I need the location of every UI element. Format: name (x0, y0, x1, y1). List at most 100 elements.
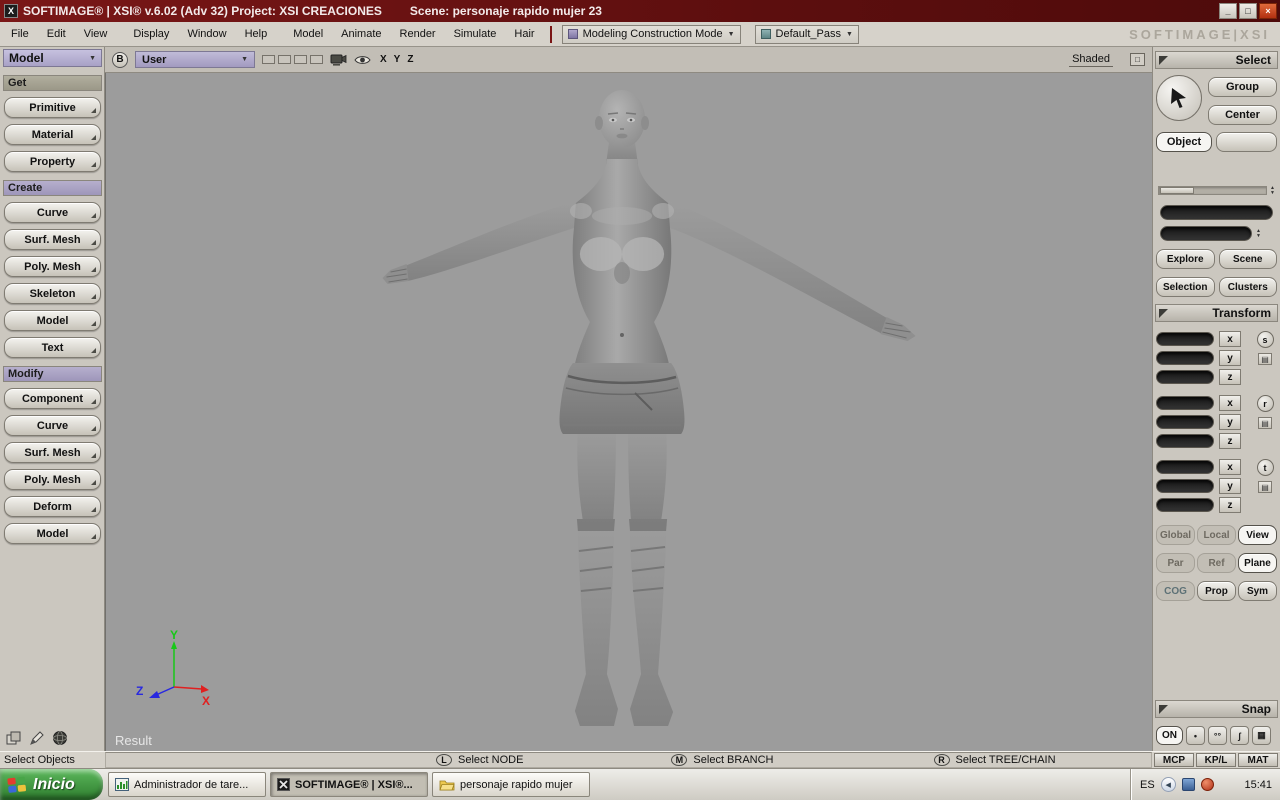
translate-y-field[interactable] (1156, 479, 1214, 493)
field-down-icon[interactable]: ▼ (1256, 233, 1261, 239)
axis-x-button[interactable]: X (380, 54, 387, 65)
translate-z-axis-button[interactable]: z (1219, 497, 1241, 513)
create-poly-mesh-button[interactable]: Poly. Mesh (4, 256, 101, 277)
create-surf-mesh-button[interactable]: Surf. Mesh (4, 229, 101, 250)
scale-x-axis-button[interactable]: x (1219, 331, 1241, 347)
axis-y-button[interactable]: Y (394, 54, 401, 65)
rotate-z-field[interactable] (1156, 434, 1214, 448)
viewport-resize-icon[interactable]: □ (1130, 53, 1145, 66)
modify-model-button[interactable]: Model (4, 523, 101, 544)
construction-mode-dropdown[interactable]: Modeling Construction Mode ▼ (561, 24, 741, 44)
scale-z-field[interactable] (1156, 370, 1214, 384)
texture-sphere-icon[interactable] (51, 730, 68, 746)
snap-grid-button[interactable]: ▦ (1252, 726, 1271, 745)
par-button[interactable]: Par (1156, 553, 1195, 573)
tab-kpl[interactable]: KP/L (1196, 753, 1236, 767)
rotate-z-axis-button[interactable]: z (1219, 433, 1241, 449)
global-space-button[interactable]: Global (1156, 525, 1195, 545)
camera-view-dropdown[interactable]: User ▼ (135, 51, 255, 68)
translate-options-icon[interactable]: ▤ (1258, 481, 1272, 493)
tab-mat[interactable]: MAT (1238, 753, 1278, 767)
snap-on-button[interactable]: ON (1156, 726, 1183, 745)
tab-mcp[interactable]: MCP (1154, 753, 1194, 767)
snap-point-button[interactable]: • (1186, 726, 1205, 745)
scale-y-axis-button[interactable]: y (1219, 350, 1241, 366)
menu-simulate[interactable]: Simulate (445, 22, 506, 46)
start-button[interactable]: Inicio (0, 769, 103, 800)
task-folder-personaje[interactable]: personaje rapido mujer (432, 772, 590, 797)
hide-icons-chevron-icon[interactable]: ◀ (1160, 777, 1176, 792)
explore-button[interactable]: Explore (1156, 249, 1215, 269)
menu-file[interactable]: File (2, 22, 38, 46)
minimize-button[interactable]: _ (1219, 3, 1237, 19)
prop-button[interactable]: Prop (1197, 581, 1236, 601)
object-filter-button[interactable]: Object (1156, 132, 1212, 152)
create-text-button[interactable]: Text (4, 337, 101, 358)
task-softimage-xsi[interactable]: SOFTIMAGE® | XSI®... (270, 772, 428, 797)
create-skeleton-button[interactable]: Skeleton (4, 283, 101, 304)
scale-tool-button[interactable]: s (1256, 331, 1274, 348)
selection-button[interactable]: Selection (1156, 277, 1215, 297)
axis-z-button[interactable]: Z (407, 54, 413, 65)
modify-component-button[interactable]: Component (4, 388, 101, 409)
clusters-button[interactable]: Clusters (1218, 277, 1277, 297)
selection-list-field[interactable] (1160, 226, 1252, 241)
menu-view[interactable]: View (75, 22, 117, 46)
viewport-b-button[interactable]: B (112, 51, 128, 68)
get-material-button[interactable]: Material (4, 124, 101, 145)
rotate-y-field[interactable] (1156, 415, 1214, 429)
get-property-button[interactable]: Property (4, 151, 101, 172)
menu-model[interactable]: Model (284, 22, 332, 46)
character-model[interactable] (106, 73, 1152, 751)
translate-x-axis-button[interactable]: x (1219, 459, 1241, 475)
create-model-button[interactable]: Model (4, 310, 101, 331)
sym-button[interactable]: Sym (1238, 581, 1277, 601)
task-task-manager[interactable]: Administrador de tare... (108, 772, 266, 797)
menu-display[interactable]: Display (124, 22, 178, 46)
select-tool-button[interactable] (1156, 75, 1202, 121)
rotate-x-field[interactable] (1156, 396, 1214, 410)
scale-options-icon[interactable]: ▤ (1258, 353, 1272, 365)
modify-curve-button[interactable]: Curve (4, 415, 101, 436)
memo-cam-slot[interactable] (262, 55, 275, 64)
modify-surf-mesh-button[interactable]: Surf. Mesh (4, 442, 101, 463)
modify-deform-button[interactable]: Deform (4, 496, 101, 517)
rotate-tool-button[interactable]: r (1256, 395, 1274, 412)
snap-curve-button[interactable]: ʃ (1230, 726, 1249, 745)
tray-display-icon[interactable] (1181, 778, 1195, 791)
rotate-options-icon[interactable]: ▤ (1258, 417, 1272, 429)
selection-name-field[interactable] (1160, 205, 1273, 220)
menu-window[interactable]: Window (178, 22, 235, 46)
menu-hair[interactable]: Hair (505, 22, 543, 46)
scrollbar-thumb[interactable] (1160, 187, 1194, 194)
scene-button[interactable]: Scene (1218, 249, 1277, 269)
toolbar-mode-dropdown[interactable]: Model ▼ (3, 49, 102, 67)
plane-button[interactable]: Plane (1238, 553, 1277, 573)
pass-dropdown[interactable]: Default_Pass ▼ (754, 24, 859, 44)
scrollbar-track[interactable] (1158, 186, 1268, 195)
ref-button[interactable]: Ref (1197, 553, 1236, 573)
view-space-button[interactable]: View (1238, 525, 1277, 545)
local-space-button[interactable]: Local (1197, 525, 1236, 545)
rotate-x-axis-button[interactable]: x (1219, 395, 1241, 411)
visibility-eye-icon[interactable] (354, 52, 371, 68)
modify-poly-mesh-button[interactable]: Poly. Mesh (4, 469, 101, 490)
create-curve-button[interactable]: Curve (4, 202, 101, 223)
memo-cam-slot[interactable] (294, 55, 307, 64)
center-button[interactable]: Center (1208, 105, 1277, 125)
memo-cam-slot[interactable] (310, 55, 323, 64)
cog-button[interactable]: COG (1156, 581, 1195, 601)
scale-y-field[interactable] (1156, 351, 1214, 365)
snap-midpoint-button[interactable]: °° (1208, 726, 1227, 745)
pen-tool-icon[interactable] (28, 730, 45, 746)
menu-animate[interactable]: Animate (332, 22, 390, 46)
restore-button[interactable]: □ (1239, 3, 1257, 19)
group-button[interactable]: Group (1208, 77, 1277, 97)
viewport-3d[interactable]: Y X Z Result (105, 73, 1152, 751)
rotate-y-axis-button[interactable]: y (1219, 414, 1241, 430)
menu-render[interactable]: Render (391, 22, 445, 46)
tray-alert-icon[interactable] (1200, 778, 1214, 791)
translate-x-field[interactable] (1156, 460, 1214, 474)
shading-mode-dropdown[interactable]: Shaded (1069, 53, 1113, 67)
translate-z-field[interactable] (1156, 498, 1214, 512)
